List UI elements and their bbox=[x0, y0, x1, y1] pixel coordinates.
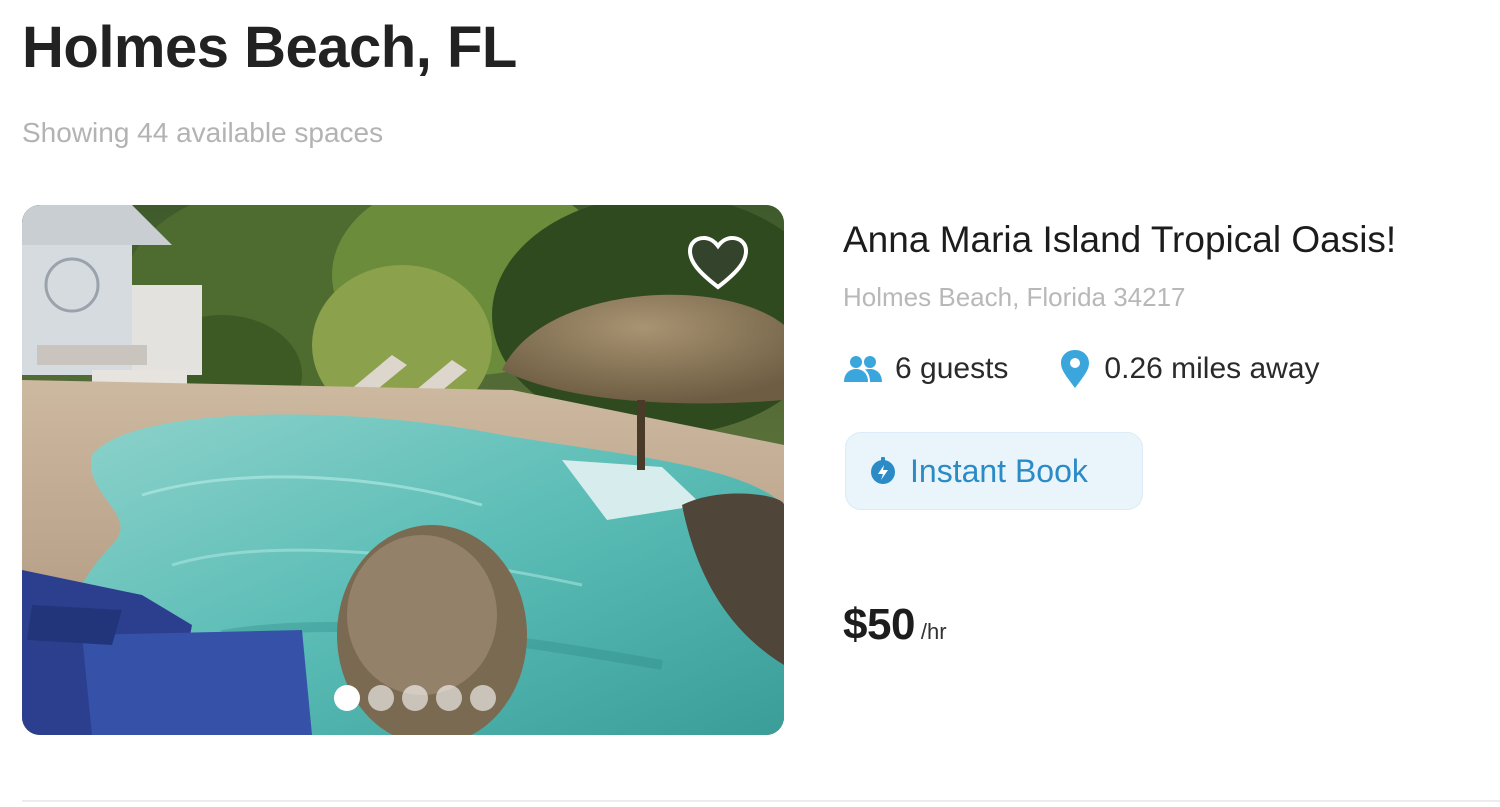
distance: 0.26 miles away bbox=[1008, 349, 1320, 389]
page-title: Holmes Beach, FL bbox=[22, 15, 517, 80]
photo-dot-5[interactable] bbox=[470, 685, 496, 711]
photo-dot-3[interactable] bbox=[402, 685, 428, 711]
photo-dot-4[interactable] bbox=[436, 685, 462, 711]
price-unit: /hr bbox=[920, 619, 947, 644]
guest-capacity: 6 guests bbox=[843, 352, 1008, 386]
results-count: Showing 44 available spaces bbox=[22, 117, 384, 148]
guest-count: 6 guests bbox=[895, 352, 1009, 385]
people-icon bbox=[843, 354, 883, 384]
photo-dot-1[interactable] bbox=[334, 685, 360, 711]
favorite-button[interactable] bbox=[687, 235, 749, 291]
heart-icon bbox=[687, 235, 749, 290]
instant-book-badge[interactable]: Instant Book bbox=[845, 432, 1143, 510]
instant-book-label: Instant Book bbox=[910, 452, 1088, 489]
distance-text: 0.26 miles away bbox=[1104, 352, 1320, 385]
photo-dot-2[interactable] bbox=[368, 685, 394, 711]
price-amount: $50 bbox=[843, 600, 915, 649]
listing-title[interactable]: Anna Maria Island Tropical Oasis! bbox=[843, 218, 1396, 262]
lightning-bolt-icon bbox=[868, 456, 898, 486]
map-pin-icon bbox=[1058, 349, 1092, 389]
listing-photo[interactable] bbox=[22, 205, 784, 735]
divider bbox=[22, 800, 1500, 802]
listing-price: $50 /hr bbox=[843, 600, 947, 650]
pool-photo-image bbox=[22, 205, 784, 735]
listing-location: Holmes Beach, Florida 34217 bbox=[843, 282, 1186, 312]
photo-pagination bbox=[334, 685, 496, 711]
search-results-page: Holmes Beach, FL Showing 44 available sp… bbox=[0, 0, 1500, 807]
listing-meta: 6 guests 0.26 miles away bbox=[843, 348, 1320, 390]
